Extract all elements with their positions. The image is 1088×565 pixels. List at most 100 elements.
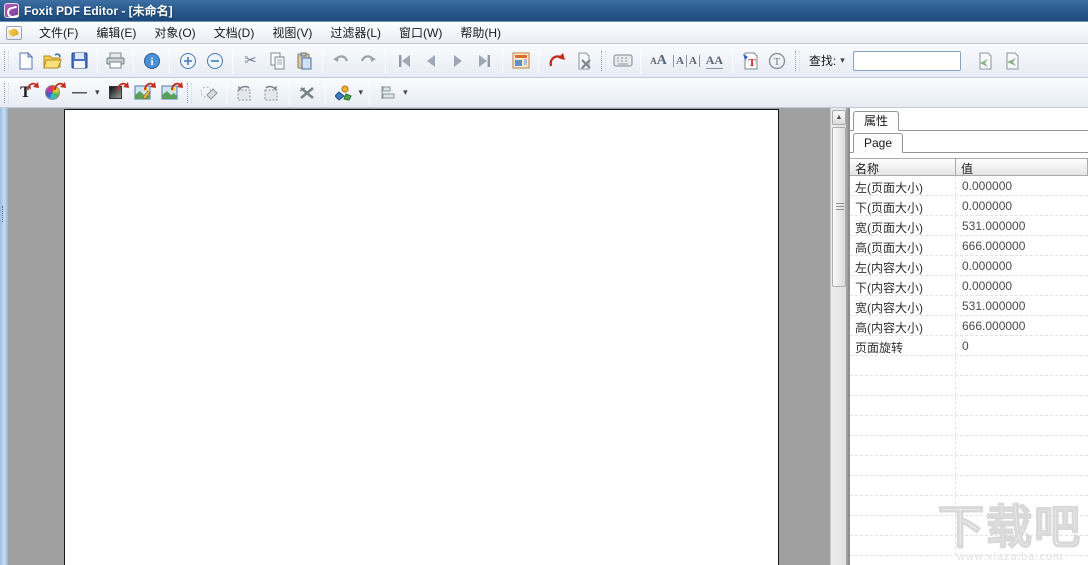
menu-file[interactable]: 文件(F) <box>30 22 87 43</box>
rotate-selection-right-button[interactable] <box>258 81 285 105</box>
next-page-button[interactable] <box>444 48 471 74</box>
font-size-button[interactable]: AA <box>645 48 672 74</box>
table-row[interactable]: 高(内容大小) 666.000000 <box>850 316 1088 336</box>
scrollbar-thumb[interactable] <box>832 127 846 287</box>
undo-button[interactable] <box>327 48 354 74</box>
property-value[interactable]: 0.000000 <box>956 256 1088 275</box>
zoom-out-button[interactable] <box>201 48 228 74</box>
empty-table-row[interactable] <box>850 536 1088 556</box>
rotate-page-button[interactable] <box>543 48 570 74</box>
object-tools-dropdown-icon[interactable]: ▾ <box>357 87 366 98</box>
toolbar-grip[interactable] <box>601 51 606 71</box>
page-tabstrip: Page <box>850 133 1088 153</box>
empty-table-row[interactable] <box>850 396 1088 416</box>
redo-button[interactable] <box>354 48 381 74</box>
property-value[interactable]: 666.000000 <box>956 236 1088 255</box>
object-tools-button[interactable] <box>330 81 357 105</box>
table-row[interactable]: 宽(内容大小) 531.000000 <box>850 296 1088 316</box>
empty-table-row[interactable] <box>850 496 1088 516</box>
empty-table-row[interactable] <box>850 516 1088 536</box>
empty-table-row[interactable] <box>850 436 1088 456</box>
property-value[interactable]: 0.000000 <box>956 196 1088 215</box>
align-objects-button[interactable] <box>374 81 401 105</box>
edit-image-button[interactable] <box>129 81 156 105</box>
empty-table-row[interactable] <box>850 456 1088 476</box>
zoom-in-button[interactable] <box>174 48 201 74</box>
toolbar-separator <box>97 49 98 73</box>
toolbar-grip[interactable] <box>795 51 800 71</box>
table-row[interactable]: 下(内容大小) 0.000000 <box>850 276 1088 296</box>
table-row[interactable]: 左(内容大小) 0.000000 <box>850 256 1088 276</box>
find-next-button[interactable] <box>998 48 1025 74</box>
empty-table-row[interactable] <box>850 476 1088 496</box>
left-panel-splitter[interactable] <box>0 108 8 565</box>
find-next-icon <box>1003 52 1020 70</box>
table-row[interactable]: 高(页面大小) 666.000000 <box>850 236 1088 256</box>
toolbar-grip[interactable] <box>4 51 9 71</box>
add-text-object-button[interactable]: T <box>12 81 39 105</box>
copy-button[interactable] <box>264 48 291 74</box>
eraser-button[interactable] <box>195 81 222 105</box>
toolbar-separator <box>133 49 134 73</box>
property-value <box>956 476 1088 495</box>
menu-window[interactable]: 窗口(W) <box>390 22 451 43</box>
property-value[interactable]: 531.000000 <box>956 296 1088 315</box>
insert-text-button[interactable]: T <box>737 48 764 74</box>
table-row[interactable]: 页面旋转 0 <box>850 336 1088 356</box>
pdf-page[interactable] <box>64 109 779 565</box>
menu-help[interactable]: 帮助(H) <box>451 22 510 43</box>
text-mode-button[interactable]: T <box>764 48 791 74</box>
tab-properties[interactable]: 属性 <box>853 111 899 131</box>
table-row[interactable]: 下(页面大小) 0.000000 <box>850 196 1088 216</box>
page-layout-button[interactable] <box>507 48 534 74</box>
toolbar-grip[interactable] <box>187 83 192 103</box>
scroll-up-button[interactable]: ▲ <box>832 110 846 125</box>
document-menu-icon[interactable] <box>6 26 22 40</box>
find-previous-button[interactable] <box>971 48 998 74</box>
align-dropdown-icon[interactable]: ▾ <box>401 87 410 98</box>
table-row[interactable]: 左(页面大小) 0.000000 <box>850 176 1088 196</box>
empty-table-row[interactable] <box>850 416 1088 436</box>
empty-table-row[interactable] <box>850 376 1088 396</box>
property-value[interactable]: 0 <box>956 336 1088 355</box>
menu-view[interactable]: 视图(V) <box>263 22 321 43</box>
line-style-dropdown-icon[interactable]: ▾ <box>93 87 102 98</box>
find-input[interactable] <box>853 51 961 71</box>
paste-button[interactable] <box>291 48 318 74</box>
new-document-button[interactable] <box>12 48 39 74</box>
horizontal-scale-button[interactable]: AA <box>701 48 728 74</box>
menu-document[interactable]: 文档(D) <box>205 22 264 43</box>
find-options-dropdown-icon[interactable]: ▾ <box>838 55 847 66</box>
rotate-selection-left-button[interactable] <box>231 81 258 105</box>
keyboard-button[interactable] <box>609 48 636 74</box>
previous-page-button[interactable] <box>417 48 444 74</box>
menu-filter[interactable]: 过滤器(L) <box>321 22 390 43</box>
property-value[interactable]: 0.000000 <box>956 176 1088 195</box>
info-button[interactable]: i <box>138 48 165 74</box>
property-value[interactable]: 666.000000 <box>956 316 1088 335</box>
save-button[interactable] <box>66 48 93 74</box>
char-spacing-button[interactable]: AA <box>672 48 701 74</box>
open-button[interactable] <box>39 48 66 74</box>
table-row[interactable]: 宽(页面大小) 531.000000 <box>850 216 1088 236</box>
cut-button[interactable]: ✂ <box>237 48 264 74</box>
delete-object-button[interactable] <box>294 81 321 105</box>
line-style-button[interactable]: — <box>66 81 93 105</box>
property-value[interactable]: 531.000000 <box>956 216 1088 235</box>
property-value[interactable]: 0.000000 <box>956 276 1088 295</box>
first-page-button[interactable] <box>390 48 417 74</box>
toolbar-grip[interactable] <box>4 83 9 103</box>
replace-image-button[interactable] <box>156 81 183 105</box>
tab-page[interactable]: Page <box>853 133 903 153</box>
menu-edit[interactable]: 编辑(E) <box>87 22 145 43</box>
last-page-button[interactable] <box>471 48 498 74</box>
vertical-scrollbar[interactable]: ▲ <box>830 108 846 565</box>
print-button[interactable] <box>102 48 129 74</box>
fill-style-button[interactable] <box>102 81 129 105</box>
splitter-handle[interactable] <box>2 206 5 222</box>
edit-color-button[interactable] <box>39 81 66 105</box>
red-arrow-icon <box>26 80 39 91</box>
empty-table-row[interactable] <box>850 356 1088 376</box>
delete-page-button[interactable] <box>570 48 597 74</box>
menu-object[interactable]: 对象(O) <box>145 22 204 43</box>
